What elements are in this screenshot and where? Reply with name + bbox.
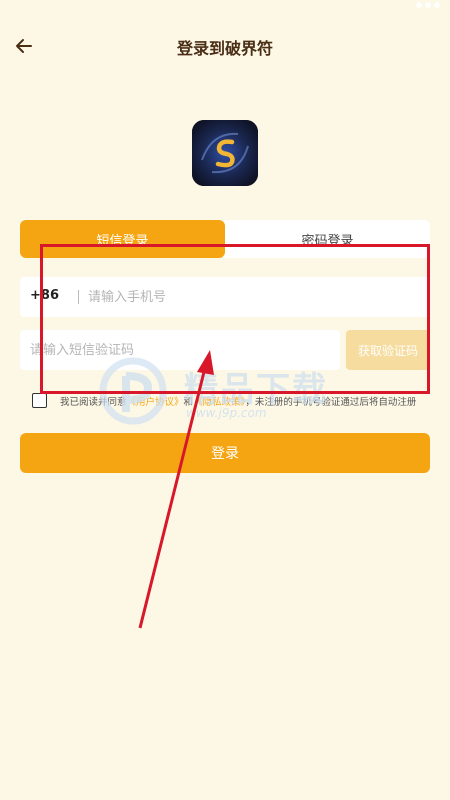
status-dot-icon	[425, 2, 431, 8]
status-dot-icon	[434, 2, 440, 8]
annotation-highlight-box	[40, 244, 430, 394]
status-dot-icon	[416, 2, 422, 8]
country-code[interactable]: +86	[30, 288, 59, 303]
agreement-conjunction: 和	[183, 397, 194, 408]
sms-code-input[interactable]	[30, 330, 330, 370]
agree-checkbox[interactable]	[32, 393, 47, 408]
phone-field: +86	[20, 277, 430, 317]
login-tabs: 短信登录 密码登录	[20, 220, 430, 258]
header: 登录到破界符	[0, 24, 450, 68]
agreement-text: 我已阅读并同意《用户协议》和《隐私政策》，未注册的手机号验证通过后将自动注册	[60, 394, 416, 408]
agreement-suffix: ，未注册的手机号验证通过后将自动注册	[245, 397, 417, 408]
agreement: 我已阅读并同意《用户协议》和《隐私政策》，未注册的手机号验证通过后将自动注册	[32, 392, 442, 410]
login-button[interactable]: 登录	[20, 433, 430, 473]
tab-sms-login[interactable]: 短信登录	[20, 220, 225, 258]
get-code-button[interactable]: 获取验证码	[346, 330, 430, 370]
privacy-policy-link[interactable]: 《隐私政策》	[193, 397, 245, 408]
phone-input[interactable]	[88, 277, 418, 317]
tab-password-login[interactable]: 密码登录	[225, 220, 430, 258]
field-divider	[78, 290, 79, 304]
status-icons	[416, 2, 440, 8]
page-title: 登录到破界符	[176, 39, 273, 58]
agreement-prefix: 我已阅读并同意	[60, 397, 127, 408]
user-agreement-link[interactable]: 《用户协议》	[127, 397, 184, 408]
app-logo-icon	[192, 120, 258, 186]
sms-code-field	[20, 330, 340, 370]
status-bar	[0, 0, 450, 14]
